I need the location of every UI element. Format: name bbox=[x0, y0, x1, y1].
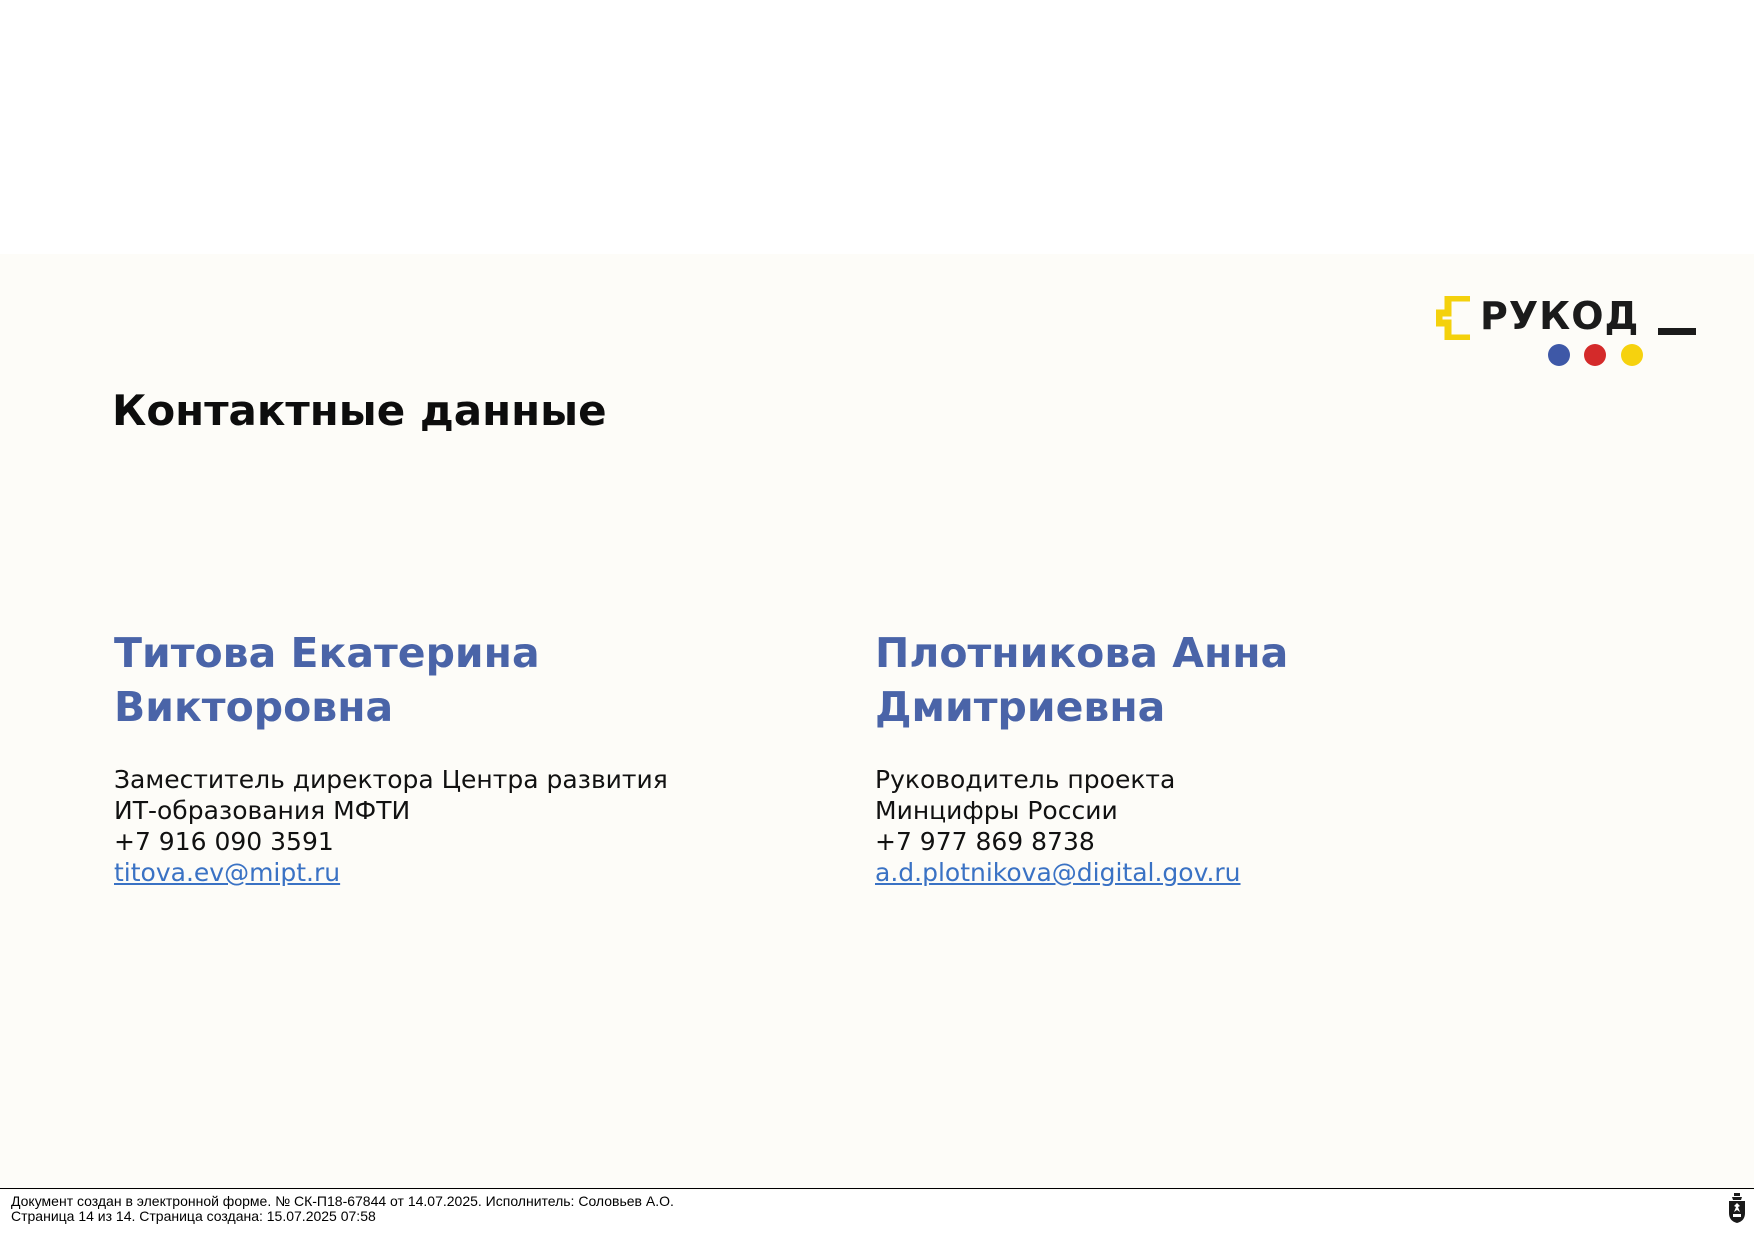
contact-name-line: Плотникова Анна bbox=[875, 629, 1289, 677]
contact-role-line: Минцифры России bbox=[875, 796, 1118, 825]
contact-card-titova: Титова Екатерина Викторовна Заместитель … bbox=[114, 626, 814, 888]
logo-underscore bbox=[1658, 328, 1696, 335]
contact-role: Руководитель проекта Минцифры России bbox=[875, 764, 1575, 826]
logo-bracket-icon bbox=[1436, 296, 1470, 340]
footer-document-info: Документ создан в электронной форме. № С… bbox=[11, 1194, 674, 1224]
logo-dot-blue bbox=[1548, 344, 1570, 366]
contact-role-line: Заместитель директора Центра развития bbox=[114, 765, 668, 794]
contact-email-link[interactable]: titova.ev@mipt.ru bbox=[114, 857, 340, 888]
logo-wordmark: РУКОД bbox=[1480, 294, 1640, 338]
contact-name-line: Викторовна bbox=[114, 683, 394, 731]
contact-role-line: Руководитель проекта bbox=[875, 765, 1176, 794]
rukod-logo: РУКОД bbox=[1436, 292, 1698, 372]
contact-card-plotnikova: Плотникова Анна Дмитриевна Руководитель … bbox=[875, 626, 1575, 888]
contact-name: Титова Екатерина Викторовна bbox=[114, 626, 814, 734]
contact-name: Плотникова Анна Дмитриевна bbox=[875, 626, 1575, 734]
contact-phone: +7 977 869 8738 bbox=[875, 827, 1095, 856]
coat-of-arms-icon bbox=[1729, 1193, 1745, 1223]
footer-divider bbox=[0, 1188, 1754, 1189]
footer-line-page: Страница 14 из 14. Страница создана: 15.… bbox=[11, 1208, 376, 1224]
page-title: Контактные данные bbox=[112, 386, 607, 435]
contact-email-link[interactable]: a.d.plotnikova@digital.gov.ru bbox=[875, 857, 1241, 888]
logo-dot-yellow bbox=[1621, 344, 1643, 366]
contact-name-line: Дмитриевна bbox=[875, 683, 1166, 731]
contact-role: Заместитель директора Центра развития ИТ… bbox=[114, 764, 814, 826]
footer-line-document: Документ создан в электронной форме. № С… bbox=[11, 1193, 674, 1209]
contact-name-line: Титова Екатерина bbox=[114, 629, 540, 677]
contact-phone: +7 916 090 3591 bbox=[114, 827, 334, 856]
logo-dot-red bbox=[1584, 344, 1606, 366]
contact-role-line: ИТ-образования МФТИ bbox=[114, 796, 411, 825]
